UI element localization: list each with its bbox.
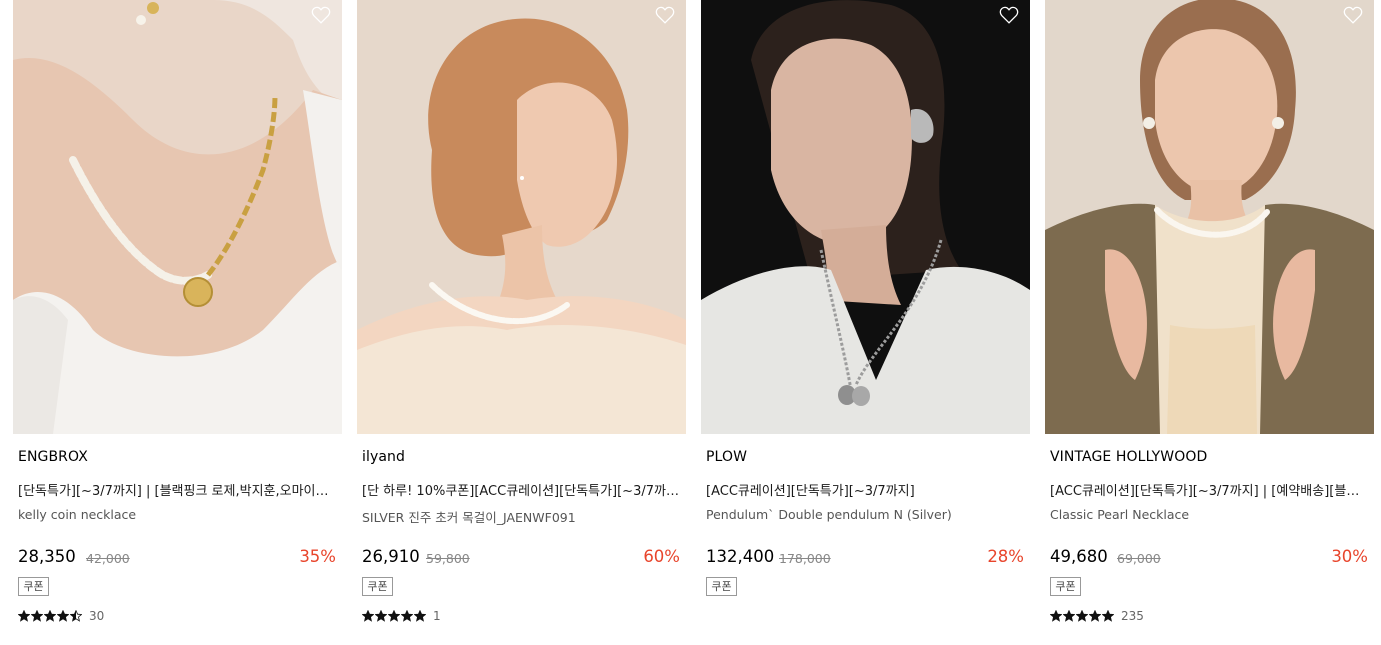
- coupon-badge: 쿠폰: [18, 577, 49, 596]
- heart-outline-icon[interactable]: [654, 4, 676, 26]
- original-price: 69,000: [1117, 551, 1161, 566]
- promo-text[interactable]: [ACC큐레이션][단독특가][~3/7까지]: [706, 480, 1026, 499]
- product-image[interactable]: [1045, 0, 1374, 434]
- product-image[interactable]: [701, 0, 1030, 434]
- price-line: 26,910 59,800 60%: [362, 547, 680, 571]
- price-line: 132,400 178,000 28%: [706, 547, 1024, 571]
- discount-rate: 60%: [643, 547, 680, 566]
- product-image[interactable]: [357, 0, 686, 434]
- promo-text[interactable]: [단 하루! 10%쿠폰][ACC큐레이션][단독특가][~3/7까지]: [362, 480, 682, 499]
- product-card[interactable]: ilyand [단 하루! 10%쿠폰][ACC큐레이션][단독특가][~3/7…: [357, 0, 686, 645]
- review-count: 1: [433, 609, 441, 623]
- star-icon: [44, 610, 56, 622]
- rating: 235: [1050, 608, 1144, 624]
- star-rating: [362, 610, 426, 622]
- original-price: 178,000: [779, 551, 831, 566]
- discount-rate: 28%: [987, 547, 1024, 566]
- heart-outline-icon[interactable]: [998, 4, 1020, 26]
- promo-text[interactable]: [단독특가][~3/7까지] | [블랙핑크 로제,박지훈,오마이걸 효정 착용…: [18, 480, 338, 499]
- heart-outline-icon[interactable]: [310, 4, 332, 26]
- star-icon: [57, 610, 69, 622]
- price-line: 28,350 42,000 35%: [18, 547, 336, 571]
- star-icon: [414, 610, 426, 622]
- coupon-badge: 쿠폰: [362, 577, 393, 596]
- product-card[interactable]: ENGBROX [단독특가][~3/7까지] | [블랙핑크 로제,박지훈,오마…: [13, 0, 342, 645]
- sale-price: 26,910: [362, 547, 420, 566]
- brand-name[interactable]: ilyand: [362, 449, 405, 465]
- star-rating: [18, 610, 82, 622]
- star-icon: [1050, 610, 1062, 622]
- star-icon: [1089, 610, 1101, 622]
- product-photo-illustration: [13, 0, 342, 434]
- coupon-badge: 쿠폰: [706, 577, 737, 596]
- brand-name[interactable]: PLOW: [706, 449, 747, 465]
- original-price: 42,000: [86, 551, 130, 566]
- product-name[interactable]: Pendulum` Double pendulum N (Silver): [706, 507, 1026, 522]
- star-icon: [388, 610, 400, 622]
- star-icon: [1102, 610, 1114, 622]
- rating: 30: [18, 608, 104, 624]
- sale-price: 49,680: [1050, 547, 1108, 566]
- product-name[interactable]: Classic Pearl Necklace: [1050, 507, 1370, 522]
- product-image[interactable]: [13, 0, 342, 434]
- heart-outline-icon[interactable]: [1342, 4, 1364, 26]
- rating: 1: [362, 608, 441, 624]
- review-count: 235: [1121, 609, 1144, 623]
- star-icon: [1063, 610, 1075, 622]
- review-count: 30: [89, 609, 105, 623]
- brand-name[interactable]: ENGBROX: [18, 449, 88, 465]
- star-rating: [1050, 610, 1114, 622]
- product-photo-illustration: [1045, 0, 1374, 434]
- promo-text[interactable]: [ACC큐레이션][단독특가][~3/7까지] | [예약배송][블랙핑크 지수…: [1050, 480, 1370, 499]
- product-photo-illustration: [701, 0, 1030, 434]
- star-icon: [1076, 610, 1088, 622]
- price-line: 49,680 69,000 30%: [1050, 547, 1368, 571]
- star-icon: [375, 610, 387, 622]
- product-photo-illustration: [357, 0, 686, 434]
- product-card[interactable]: VINTAGE HOLLYWOOD [ACC큐레이션][단독특가][~3/7까지…: [1045, 0, 1374, 645]
- sale-price: 132,400: [706, 547, 775, 566]
- product-name[interactable]: kelly coin necklace: [18, 507, 338, 522]
- product-card[interactable]: PLOW [ACC큐레이션][단독특가][~3/7까지] Pendulum` D…: [701, 0, 1030, 645]
- brand-name[interactable]: VINTAGE HOLLYWOOD: [1050, 449, 1207, 465]
- product-name[interactable]: SILVER 진주 초커 목걸이_JAENWF091: [362, 507, 682, 526]
- star-icon: [70, 610, 82, 622]
- discount-rate: 30%: [1331, 547, 1368, 566]
- discount-rate: 35%: [299, 547, 336, 566]
- sale-price: 28,350: [18, 547, 76, 566]
- original-price: 59,800: [426, 551, 470, 566]
- star-icon: [18, 610, 30, 622]
- star-icon: [31, 610, 43, 622]
- star-icon: [362, 610, 374, 622]
- star-icon: [401, 610, 413, 622]
- coupon-badge: 쿠폰: [1050, 577, 1081, 596]
